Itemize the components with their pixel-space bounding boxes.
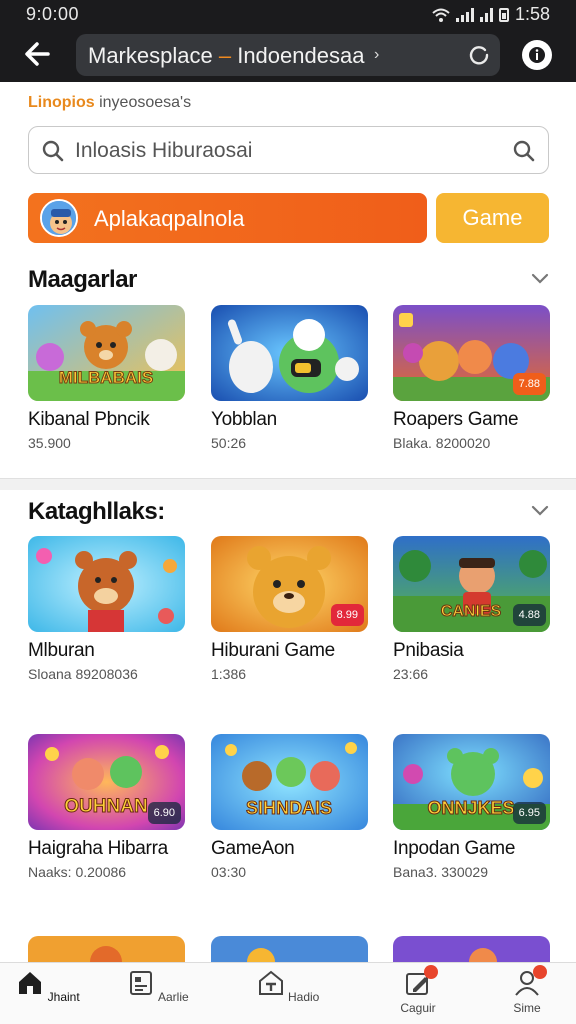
game-card[interactable]: 7.88 Roapers Game Blaka. 8200020 (393, 305, 550, 451)
nav-label: Hadio (287, 990, 320, 1004)
signal-icon (455, 7, 474, 22)
game-thumbnail: 7.88 (393, 305, 550, 401)
rating-badge: 6.90 (147, 802, 181, 824)
game-meta: Blaka. 8200020 (393, 435, 491, 451)
chevron-down-icon[interactable] (530, 504, 550, 518)
wifi-icon (432, 8, 450, 22)
nav-label: Sime (513, 1001, 541, 1015)
game-button-label: Game (462, 205, 523, 230)
game-name: Hiburani Game (211, 640, 335, 661)
thumbnail-title: ONNJKES (427, 798, 514, 818)
game-thumbnail: CANIES 4.88 (393, 536, 550, 632)
rating-badge: 6.95 (512, 802, 546, 824)
thumbnail-title: MILBABAIS (59, 368, 153, 387)
nav-item-aarlie[interactable]: Aarlie (123, 969, 193, 1004)
edit-icon (404, 965, 438, 997)
game-name: Haigraha Hibarra (28, 838, 168, 859)
search-icon (42, 140, 64, 162)
game-thumbnail: ONNJKES 6.95 (393, 734, 550, 830)
game-card[interactable]: OUHNAN 6.90 Haigraha Hibarra Naaks: 0.20… (28, 734, 185, 880)
notification-dot (424, 965, 438, 979)
app-category-button[interactable]: Aplakaqpalnola (28, 193, 427, 243)
thumbnail-title: OUHNAN (64, 796, 147, 817)
game-thumbnail: 8.99 (211, 536, 368, 632)
game-card[interactable]: MILBABAIS Kibanal Pbncik 35.900 (28, 305, 185, 451)
nav-item-caguir[interactable]: Caguir (383, 965, 453, 1015)
game-card[interactable]: Yobblan 50:26 (211, 305, 368, 451)
game-name: Mlburan (28, 640, 95, 661)
game-meta: Sloana 89208036 (28, 666, 138, 682)
signal-icon-2 (479, 7, 493, 22)
game-name: Roapers Game (393, 409, 519, 430)
notification-dot (533, 965, 547, 979)
game-meta: 50:26 (211, 435, 247, 451)
thumbnail-title: CANIES (441, 603, 502, 620)
nav-label: Caguir (400, 1001, 436, 1015)
chevron-down-icon[interactable] (530, 272, 550, 286)
nav-label: Aarlie (157, 990, 189, 1004)
status-icons: 1:58 (432, 4, 550, 25)
nav-item-sime[interactable]: Sime (492, 965, 562, 1015)
game-meta: 35.900 (28, 435, 71, 451)
rating-badge: 4.88 (512, 604, 546, 626)
document-icon (130, 971, 153, 995)
game-thumbnail: OUHNAN 6.90 (28, 734, 185, 830)
section-divider (0, 478, 576, 490)
game-meta: Bana3. 330029 (393, 864, 488, 880)
status-battery-text: 1:58 (514, 4, 550, 24)
search-box[interactable]: Inloasis Hiburaosai (28, 126, 549, 174)
bottom-navigation: Jhaint Aarlie Hadio Caguir Sime (0, 962, 576, 1024)
game-thumbnail-partial[interactable] (211, 936, 368, 962)
game-card[interactable]: ONNJKES 6.95 Inpodan Game Bana3. 330029 (393, 734, 550, 880)
page-title: Markesplace – Indoendesaa (88, 43, 365, 68)
reload-icon[interactable] (468, 44, 490, 66)
game-card[interactable]: SIHNDAIS GameAon 03:30 (211, 734, 368, 880)
nav-item-home[interactable]: Jhaint (13, 969, 83, 1004)
game-meta: Naaks: 0.20086 (28, 864, 127, 880)
game-button[interactable]: Game (436, 193, 549, 243)
store-icon (258, 970, 283, 995)
game-name: Yobblan (211, 409, 277, 430)
game-meta: 23:66 (393, 666, 429, 682)
chevron-right-icon: › (374, 46, 380, 63)
game-thumbnail-partial[interactable] (28, 936, 185, 962)
game-thumbnail (211, 305, 368, 401)
game-thumbnail: SIHNDAIS (211, 734, 368, 830)
info-icon[interactable] (522, 40, 552, 70)
game-thumbnail-partial[interactable] (393, 936, 550, 962)
search-submit-icon[interactable] (512, 139, 536, 163)
section-title-1: Maagarlar (28, 266, 137, 293)
game-name: Kibanal Pbncik (28, 409, 150, 430)
game-meta: 1:386 (211, 666, 247, 682)
nav-item-hadio[interactable]: Hadio (253, 969, 323, 1004)
address-bar[interactable]: Markesplace – Indoendesaa › (76, 34, 500, 76)
app-avatar (40, 199, 78, 237)
game-name: Inpodan Game (393, 838, 516, 859)
game-thumbnail: MILBABAIS (28, 305, 185, 401)
status-bar: 9:0:00 1:58 (0, 0, 576, 30)
game-card[interactable]: Mlburan Sloana 89208036 (28, 536, 185, 682)
game-thumbnail (28, 536, 185, 632)
game-card[interactable]: 8.99 Hiburani Game 1:386 (211, 536, 368, 682)
search-input[interactable]: Inloasis Hiburaosai (75, 139, 252, 163)
game-name: GameAon (211, 838, 295, 859)
rating-badge: 7.88 (512, 373, 546, 395)
section-title-2: Kataghllaks: (28, 498, 165, 525)
status-time: 9:0:00 (26, 4, 80, 24)
nav-label: Jhaint (47, 990, 80, 1004)
profile-icon (513, 965, 547, 997)
app-category-label: Aplakaqpalnola (94, 206, 245, 231)
home-icon (19, 972, 42, 994)
battery-icon (498, 7, 509, 22)
game-card[interactable]: CANIES 4.88 Pnibasia 23:66 (393, 536, 550, 682)
game-name: Pnibasia (393, 640, 464, 661)
thumbnail-title: SIHNDAIS (246, 798, 332, 818)
subtitle: Linopios inyeosoesa's (28, 94, 192, 111)
game-meta: 03:30 (211, 864, 247, 880)
back-arrow-icon[interactable] (20, 36, 56, 72)
top-bar: 9:0:00 1:58 Markesplace – Indoendesaa › (0, 0, 576, 82)
rating-badge: 8.99 (330, 604, 364, 626)
